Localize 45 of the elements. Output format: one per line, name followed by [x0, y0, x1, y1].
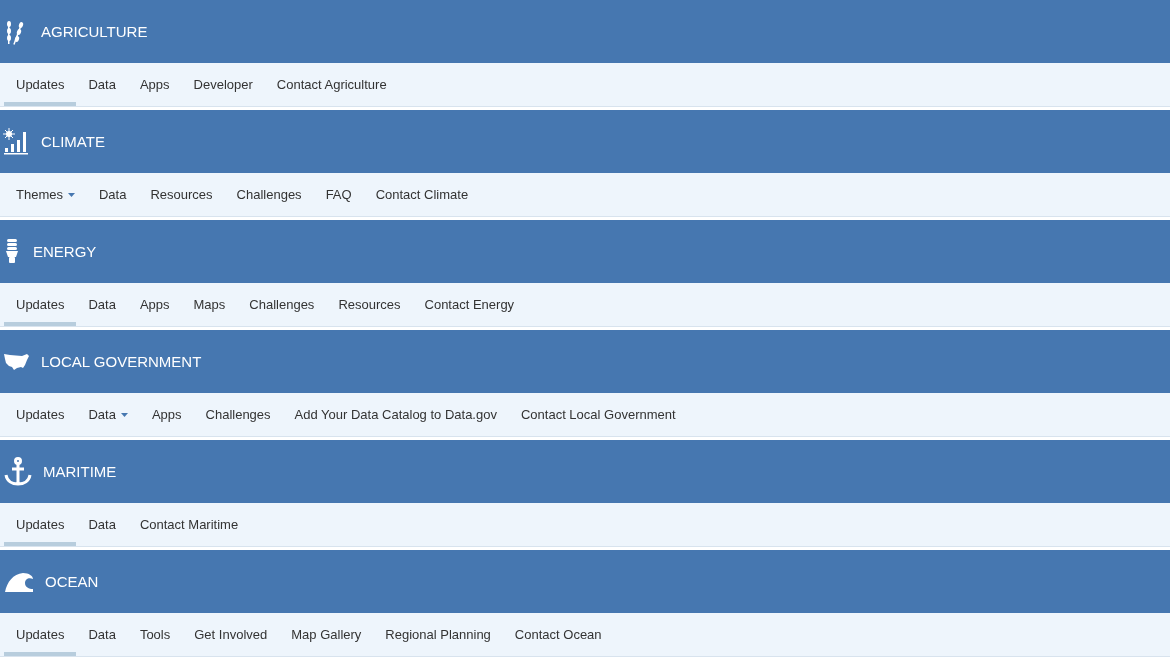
section-title: AGRICULTURE	[41, 23, 148, 40]
nav-tab[interactable]: Get Involved	[182, 613, 280, 656]
nav-tab[interactable]: Contact Maritime	[127, 503, 251, 546]
nav-tab[interactable]: Data	[76, 503, 128, 546]
nav-tab[interactable]: Updates	[4, 503, 77, 546]
nav-tab[interactable]: FAQ	[313, 173, 364, 216]
nav-tab[interactable]: Contact Energy	[412, 283, 527, 326]
nav-tab[interactable]: Tools	[127, 613, 183, 656]
nav-tab[interactable]: Map Gallery	[279, 613, 374, 656]
nav-tab[interactable]: Apps	[127, 63, 182, 106]
nav-tab[interactable]: Updates	[4, 613, 77, 656]
nav-tab[interactable]: Apps	[127, 283, 182, 326]
nav-tab[interactable]: Data	[76, 393, 140, 436]
nav-tab[interactable]: Contact Ocean	[502, 613, 614, 656]
nav-tab[interactable]: Apps	[139, 393, 194, 436]
nav-tab[interactable]: Challenges	[237, 283, 327, 326]
nav-tab[interactable]: Regional Planning	[373, 613, 503, 656]
section-title: CLIMATE	[41, 133, 105, 150]
nav-tab[interactable]: Data	[76, 283, 128, 326]
nav-tab[interactable]: Themes	[4, 173, 87, 216]
nav-tab[interactable]: Updates	[4, 63, 77, 106]
nav-tab[interactable]: Challenges	[193, 393, 283, 436]
nav-tab[interactable]: Add Your Data Catalog to Data.gov	[282, 393, 509, 436]
nav-tab[interactable]: Maps	[181, 283, 238, 326]
sun-bar-chart-icon	[3, 127, 31, 156]
anchor-icon	[3, 456, 33, 487]
us-map-icon	[3, 351, 31, 372]
caret-icon	[120, 412, 128, 417]
nav-tab[interactable]: Resources	[326, 283, 413, 326]
section-title: MARITIME	[43, 463, 117, 480]
caret-icon	[67, 192, 75, 197]
section-title: ENERGY	[33, 243, 97, 260]
nav-tab[interactable]: Data	[76, 613, 128, 656]
nav-tab[interactable]: Contact Local Government	[508, 393, 688, 436]
section-title: LOCAL GOVERNMENT	[41, 353, 202, 370]
nav-tab[interactable]: Contact Agriculture	[264, 63, 399, 106]
nav-tab[interactable]: Developer	[181, 63, 265, 106]
section-title: OCEAN	[45, 573, 99, 590]
nav-tab[interactable]: Data	[86, 173, 139, 216]
nav-tab[interactable]: Challenges	[224, 173, 314, 216]
nav-tab[interactable]: Updates	[4, 283, 77, 326]
nav-tab[interactable]: Contact Climate	[363, 173, 481, 216]
nav-tab[interactable]: Resources	[138, 173, 225, 216]
nav-tab[interactable]: Updates	[4, 393, 77, 436]
nav-tab[interactable]: Data	[76, 63, 128, 106]
